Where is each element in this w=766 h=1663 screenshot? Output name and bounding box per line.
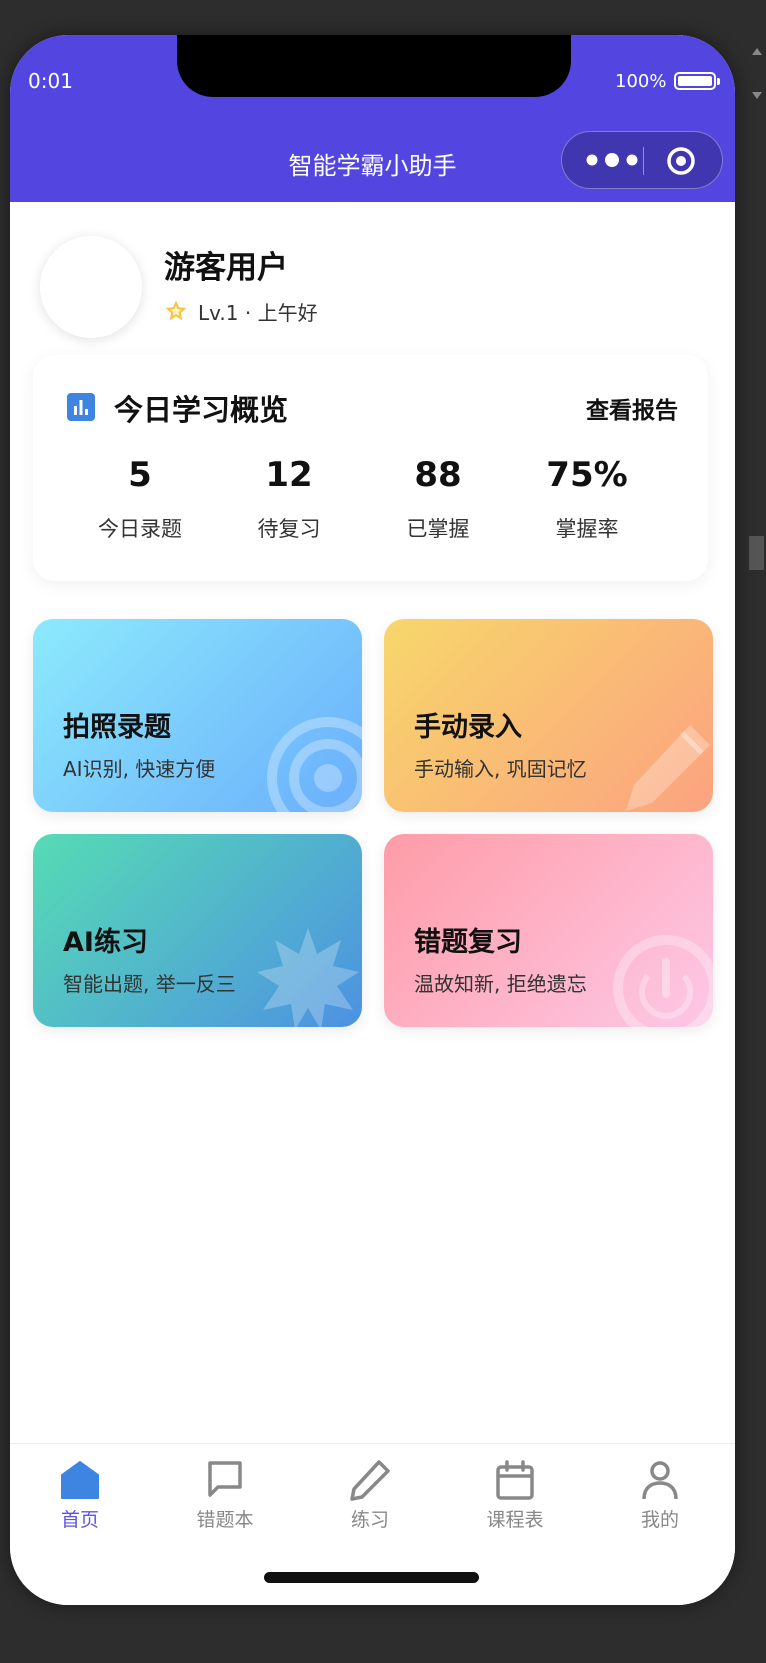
stat-label: 已掌握 <box>406 517 470 541</box>
pencil-icon <box>350 1460 390 1501</box>
home-indicator[interactable] <box>264 1572 479 1583</box>
tab-me[interactable]: 我的 <box>600 1459 720 1532</box>
stat-mastery-rate: 75% 掌握率 <box>512 455 662 543</box>
ai-practice-card[interactable]: AI练习 智能出题, 举一反三 <box>33 834 362 1027</box>
tab-mistake-book[interactable]: 错题本 <box>165 1459 285 1532</box>
notch <box>177 35 571 97</box>
stat-today-entries: 5 今日录题 <box>65 455 215 543</box>
tab-practice[interactable]: 练习 <box>310 1459 430 1532</box>
level-greeting: Lv.1 · 上午好 <box>198 300 318 325</box>
username: 游客用户 <box>164 250 288 286</box>
manual-entry-card[interactable]: 手动录入 手动输入, 巩固记忆 <box>384 619 713 812</box>
today-overview-card: 今日学习概览 查看报告 5 今日录题 12 待复习 88 已掌握 75% 掌握率 <box>33 355 708 581</box>
avatar[interactable] <box>40 236 142 338</box>
card-subtitle: AI识别, 快速方便 <box>63 757 216 781</box>
tab-label: 练习 <box>350 1509 389 1531</box>
star-badge-icon <box>165 300 187 321</box>
more-icon[interactable] <box>582 148 642 172</box>
close-target-icon[interactable] <box>666 146 696 176</box>
stat-mastered: 88 已掌握 <box>363 455 513 543</box>
user-icon <box>642 1461 678 1500</box>
stat-label: 今日录题 <box>98 517 182 541</box>
stat-value: 5 <box>128 455 152 495</box>
tab-label: 错题本 <box>196 1509 254 1531</box>
mistake-review-card[interactable]: 错题复习 温故知新, 拒绝遗忘 <box>384 834 713 1027</box>
tab-schedule[interactable]: 课程表 <box>455 1459 575 1532</box>
stat-label: 掌握率 <box>555 517 619 541</box>
photo-entry-card[interactable]: 拍照录题 AI识别, 快速方便 <box>33 619 362 812</box>
card-subtitle: 智能出题, 举一反三 <box>63 972 236 996</box>
stat-value: 12 <box>265 455 313 495</box>
view-report-link[interactable]: 查看报告 <box>586 391 678 425</box>
phone-frame: 0:01 100% 智能学霸小助手 游客用户 Lv.1 · 上午好 今日学习概览… <box>10 35 735 1605</box>
tab-home[interactable]: 首页 <box>20 1459 140 1532</box>
pencil-icon <box>626 725 710 811</box>
badge-icon <box>257 928 359 1027</box>
target-icon <box>267 717 362 812</box>
scroll-down-arrow[interactable] <box>752 92 762 99</box>
home-icon <box>61 1461 99 1499</box>
tab-label: 我的 <box>640 1509 679 1531</box>
stat-value: 88 <box>414 455 462 495</box>
tab-label: 首页 <box>60 1509 99 1531</box>
stat-value: 75% <box>546 455 628 495</box>
stat-pending-review: 12 待复习 <box>214 455 364 543</box>
tab-label: 课程表 <box>486 1509 544 1531</box>
mini-program-capsule <box>561 131 723 189</box>
card-subtitle: 手动输入, 巩固记忆 <box>414 757 587 781</box>
battery-percent: 100% <box>615 71 667 92</box>
capsule-divider <box>643 147 644 175</box>
card-title: 错题复习 <box>414 927 522 958</box>
scrollbar-thumb[interactable] <box>749 536 764 570</box>
card-subtitle: 温故知新, 拒绝遗忘 <box>414 972 587 996</box>
overview-title: 今日学习概览 <box>114 393 289 427</box>
power-icon <box>613 935 713 1027</box>
scroll-up-arrow[interactable] <box>752 48 762 55</box>
chat-square-icon <box>208 1461 242 1497</box>
calendar-icon <box>496 1460 534 1500</box>
status-time: 0:01 <box>28 69 73 93</box>
bar-chart-icon <box>67 393 95 421</box>
card-title: AI练习 <box>63 927 148 958</box>
battery-icon <box>674 72 720 90</box>
navbar: 智能学霸小助手 <box>10 122 735 202</box>
status-bar: 0:01 100% <box>10 35 735 122</box>
card-title: 手动录入 <box>414 712 522 743</box>
stat-label: 待复习 <box>257 517 321 541</box>
level-row: Lv.1 · 上午好 <box>164 296 318 326</box>
card-title: 拍照录题 <box>63 712 171 743</box>
